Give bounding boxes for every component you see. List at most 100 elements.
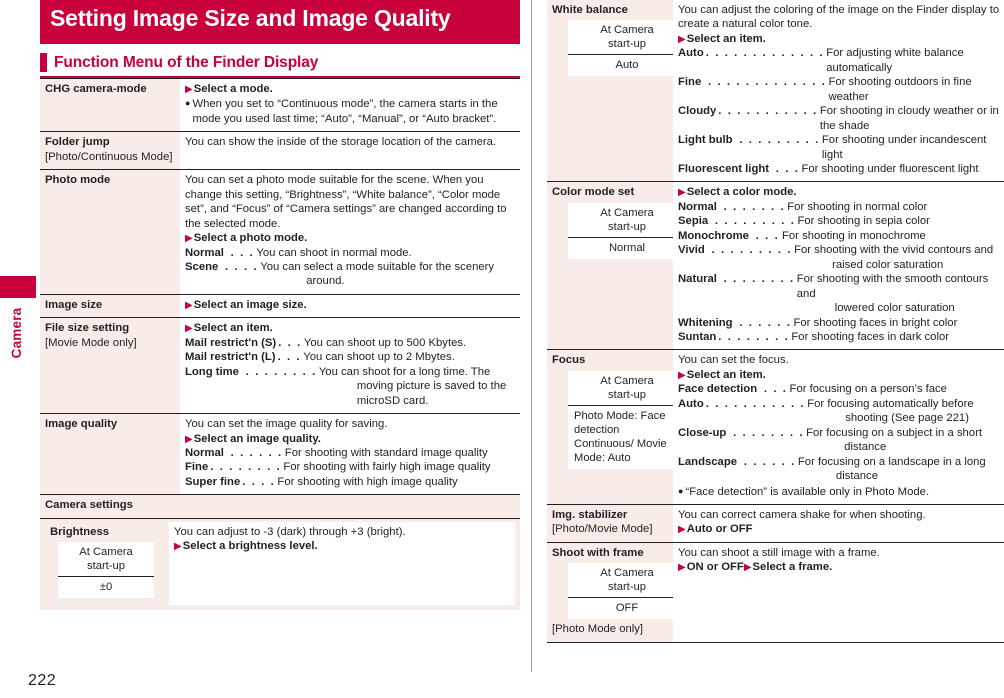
row-value-cell: You can show the inside of the storage l…	[180, 131, 520, 170]
definition-term: Auto	[678, 47, 704, 60]
step-text: Select a mode.	[193, 83, 273, 95]
definition-item: Mail restrict'n (S) . . . You can shoot …	[185, 336, 515, 350]
intro-text: You can set a photo mode suitable for th…	[185, 174, 507, 230]
definition-term: Mail restrict'n (L)	[185, 351, 276, 364]
bullet-item: ● When you set to “Continuous mode”, the…	[185, 97, 515, 126]
dot-leader: . . .	[278, 336, 302, 349]
row-value-cell: You can shoot a still image with a frame…	[673, 542, 1004, 643]
row-label: Photo mode	[45, 174, 111, 187]
definition-term: Whitening	[678, 316, 733, 329]
intro-text: You can correct camera shake for when sh…	[678, 508, 926, 521]
section-heading: Function Menu of the Finder Display	[40, 53, 520, 78]
row-label-cell: Image size	[40, 294, 180, 318]
definition-term: Auto	[678, 397, 704, 410]
row-label-cell: Shoot with frame At Camera start-up OFF …	[547, 542, 686, 643]
intro-text: You can shoot a still image with a frame…	[678, 546, 880, 559]
definition-text-continued: moving picture is saved to the microSD c…	[356, 380, 507, 407]
row-label: Image size	[45, 298, 103, 311]
definition-text-continued: raised color saturation	[832, 258, 944, 271]
triangle-right-icon: ▶	[678, 33, 686, 45]
row-sublabel: [Photo Mode only]	[552, 623, 644, 636]
definition-list: Auto . . . . . . . . . . . . . For adjus…	[678, 46, 1000, 176]
definition-term-col: Monochrome . . .	[678, 229, 782, 243]
left-table-body: CHG camera-mode ▶Select a mode. ● When y…	[40, 78, 520, 611]
row-label: Img. stabilizer	[552, 508, 628, 521]
row-value-cell: You can adjust to -3 (dark) through +3 (…	[169, 521, 515, 606]
definition-item: Vivid . . . . . . . . . For shooting wit…	[678, 243, 1000, 272]
definition-term-col: Long time . . . . . . . .	[185, 365, 319, 379]
startup-box-value: Normal	[608, 241, 646, 254]
definition-term: Light bulb	[678, 134, 733, 147]
dot-leader: . . .	[771, 162, 800, 175]
definition-text: You can shoot in normal mode.	[256, 246, 412, 259]
dot-leader: . . . . . . . . . . . . .	[703, 76, 827, 89]
definition-text-col: For focusing automatically before shooti…	[807, 397, 1000, 426]
startup-box-header-line1: At Camera	[600, 206, 654, 219]
definition-term-col: Mail restrict'n (S) . . .	[185, 336, 304, 350]
definition-term-col: Super fine . . . .	[185, 475, 277, 489]
definition-list: Face detection . . . For focusing on a p…	[678, 382, 1000, 483]
right-table-body: White balance At Camera start-up Auto Yo…	[547, 0, 1004, 643]
definition-term: Cloudy	[678, 105, 717, 118]
definition-item: Light bulb . . . . . . . . . For shootin…	[678, 133, 1000, 162]
right-column: White balance At Camera start-up Auto Yo…	[547, 0, 1004, 643]
dot-leader: . . . . . . . . .	[734, 134, 820, 147]
definition-text-col: You can shoot for a long time. The movin…	[319, 365, 515, 408]
step-text: Select a brightness level.	[182, 540, 318, 553]
right-table: White balance At Camera start-up Auto Yo…	[547, 0, 1004, 643]
step-text: Select an image size.	[193, 298, 307, 311]
startup-box-header-line2: start-up	[608, 581, 646, 594]
definition-term: Normal	[185, 446, 224, 459]
definition-term-col: Normal . . .	[185, 246, 256, 260]
definition-item: Suntan . . . . . . . . For shooting face…	[678, 330, 1000, 344]
dot-leader: . . . . . . . . . . . . .	[705, 47, 825, 60]
step-text: ON or OFF	[686, 561, 744, 574]
definition-text: You can shoot up to 500 Kbytes.	[303, 336, 467, 349]
table-row: CHG camera-mode ▶Select a mode. ● When y…	[40, 78, 520, 132]
step-line: ▶Auto or OFF	[678, 522, 1000, 536]
definition-text: For shooting in cloudy weather or in	[819, 105, 999, 118]
triangle-right-icon: ▶	[678, 524, 686, 536]
definition-list: Normal . . . . . . . For shooting in nor…	[678, 200, 1000, 345]
definition-text-continued: lowered color saturation	[834, 302, 955, 315]
step-text: Auto or OFF	[686, 523, 753, 536]
dot-leader: . . .	[277, 351, 302, 364]
definition-text: For adjusting white balance	[826, 47, 964, 60]
intro-text: You can adjust to -3 (dark) through +3 (…	[174, 525, 406, 538]
definition-text: For shooting in monochrome	[782, 229, 926, 242]
definition-item: Auto . . . . . . . . . . . . . For adjus…	[678, 46, 1000, 75]
definition-item: Normal . . . You can shoot in normal mod…	[185, 246, 515, 260]
triangle-right-icon-2: ▶	[743, 562, 752, 574]
definition-item: Normal . . . . . . . For shooting in nor…	[678, 200, 1000, 214]
definition-text: For focusing on a landscape in a long	[797, 455, 986, 468]
startup-box-header-line2: start-up	[608, 38, 646, 51]
row-label-cell: CHG camera-mode	[40, 78, 180, 132]
step-text: Select an item.	[686, 32, 766, 45]
definition-term: Natural	[678, 273, 717, 286]
definition-item: Whitening . . . . . . For shooting faces…	[678, 316, 1000, 330]
dot-leader: . . .	[759, 383, 788, 396]
definition-item: Sepia . . . . . . . . . For shooting in …	[678, 214, 1000, 228]
definition-list: Normal . . . . . . For shooting with sta…	[185, 446, 515, 489]
definition-item: Normal . . . . . . For shooting with sta…	[185, 446, 515, 460]
left-column: Setting Image Size and Image Quality Fun…	[40, 0, 520, 611]
definition-term: Close-up	[678, 426, 727, 439]
section-title: Camera settings	[40, 494, 520, 519]
section-row: Camera settings	[40, 494, 520, 519]
definition-text: For shooting with the smooth contours an…	[796, 273, 989, 300]
row-value-cell: You can set a photo mode suitable for th…	[180, 169, 520, 295]
definition-item: Super fine . . . . For shooting with hig…	[185, 475, 515, 489]
table-row: Image size ▶Select an image size.	[40, 294, 520, 318]
definition-term-col: Cloudy . . . . . . . . . . .	[678, 104, 820, 118]
definition-term-col: Auto . . . . . . . . . . .	[678, 397, 807, 411]
table-row: File size setting [Movie Mode only] ▶Sel…	[40, 317, 520, 414]
startup-box-header-line2: start-up	[608, 220, 646, 233]
definition-text: For focusing on a subject in a short	[806, 426, 982, 439]
definition-text: For shooting with standard image quality	[284, 446, 488, 459]
bullet-text: When you set to “Continuous mode”, the c…	[192, 98, 498, 125]
row-value-cell: ▶Select an image size.	[180, 294, 520, 318]
dot-leader: . . . .	[242, 475, 276, 488]
row-value-cell: ▶Select an item. Mail restrict'n (S) . .…	[180, 317, 520, 414]
table-row: Focus At Camera start-up Photo Mode: Fac…	[547, 349, 1004, 505]
definition-term-col: Whitening . . . . . .	[678, 316, 793, 330]
